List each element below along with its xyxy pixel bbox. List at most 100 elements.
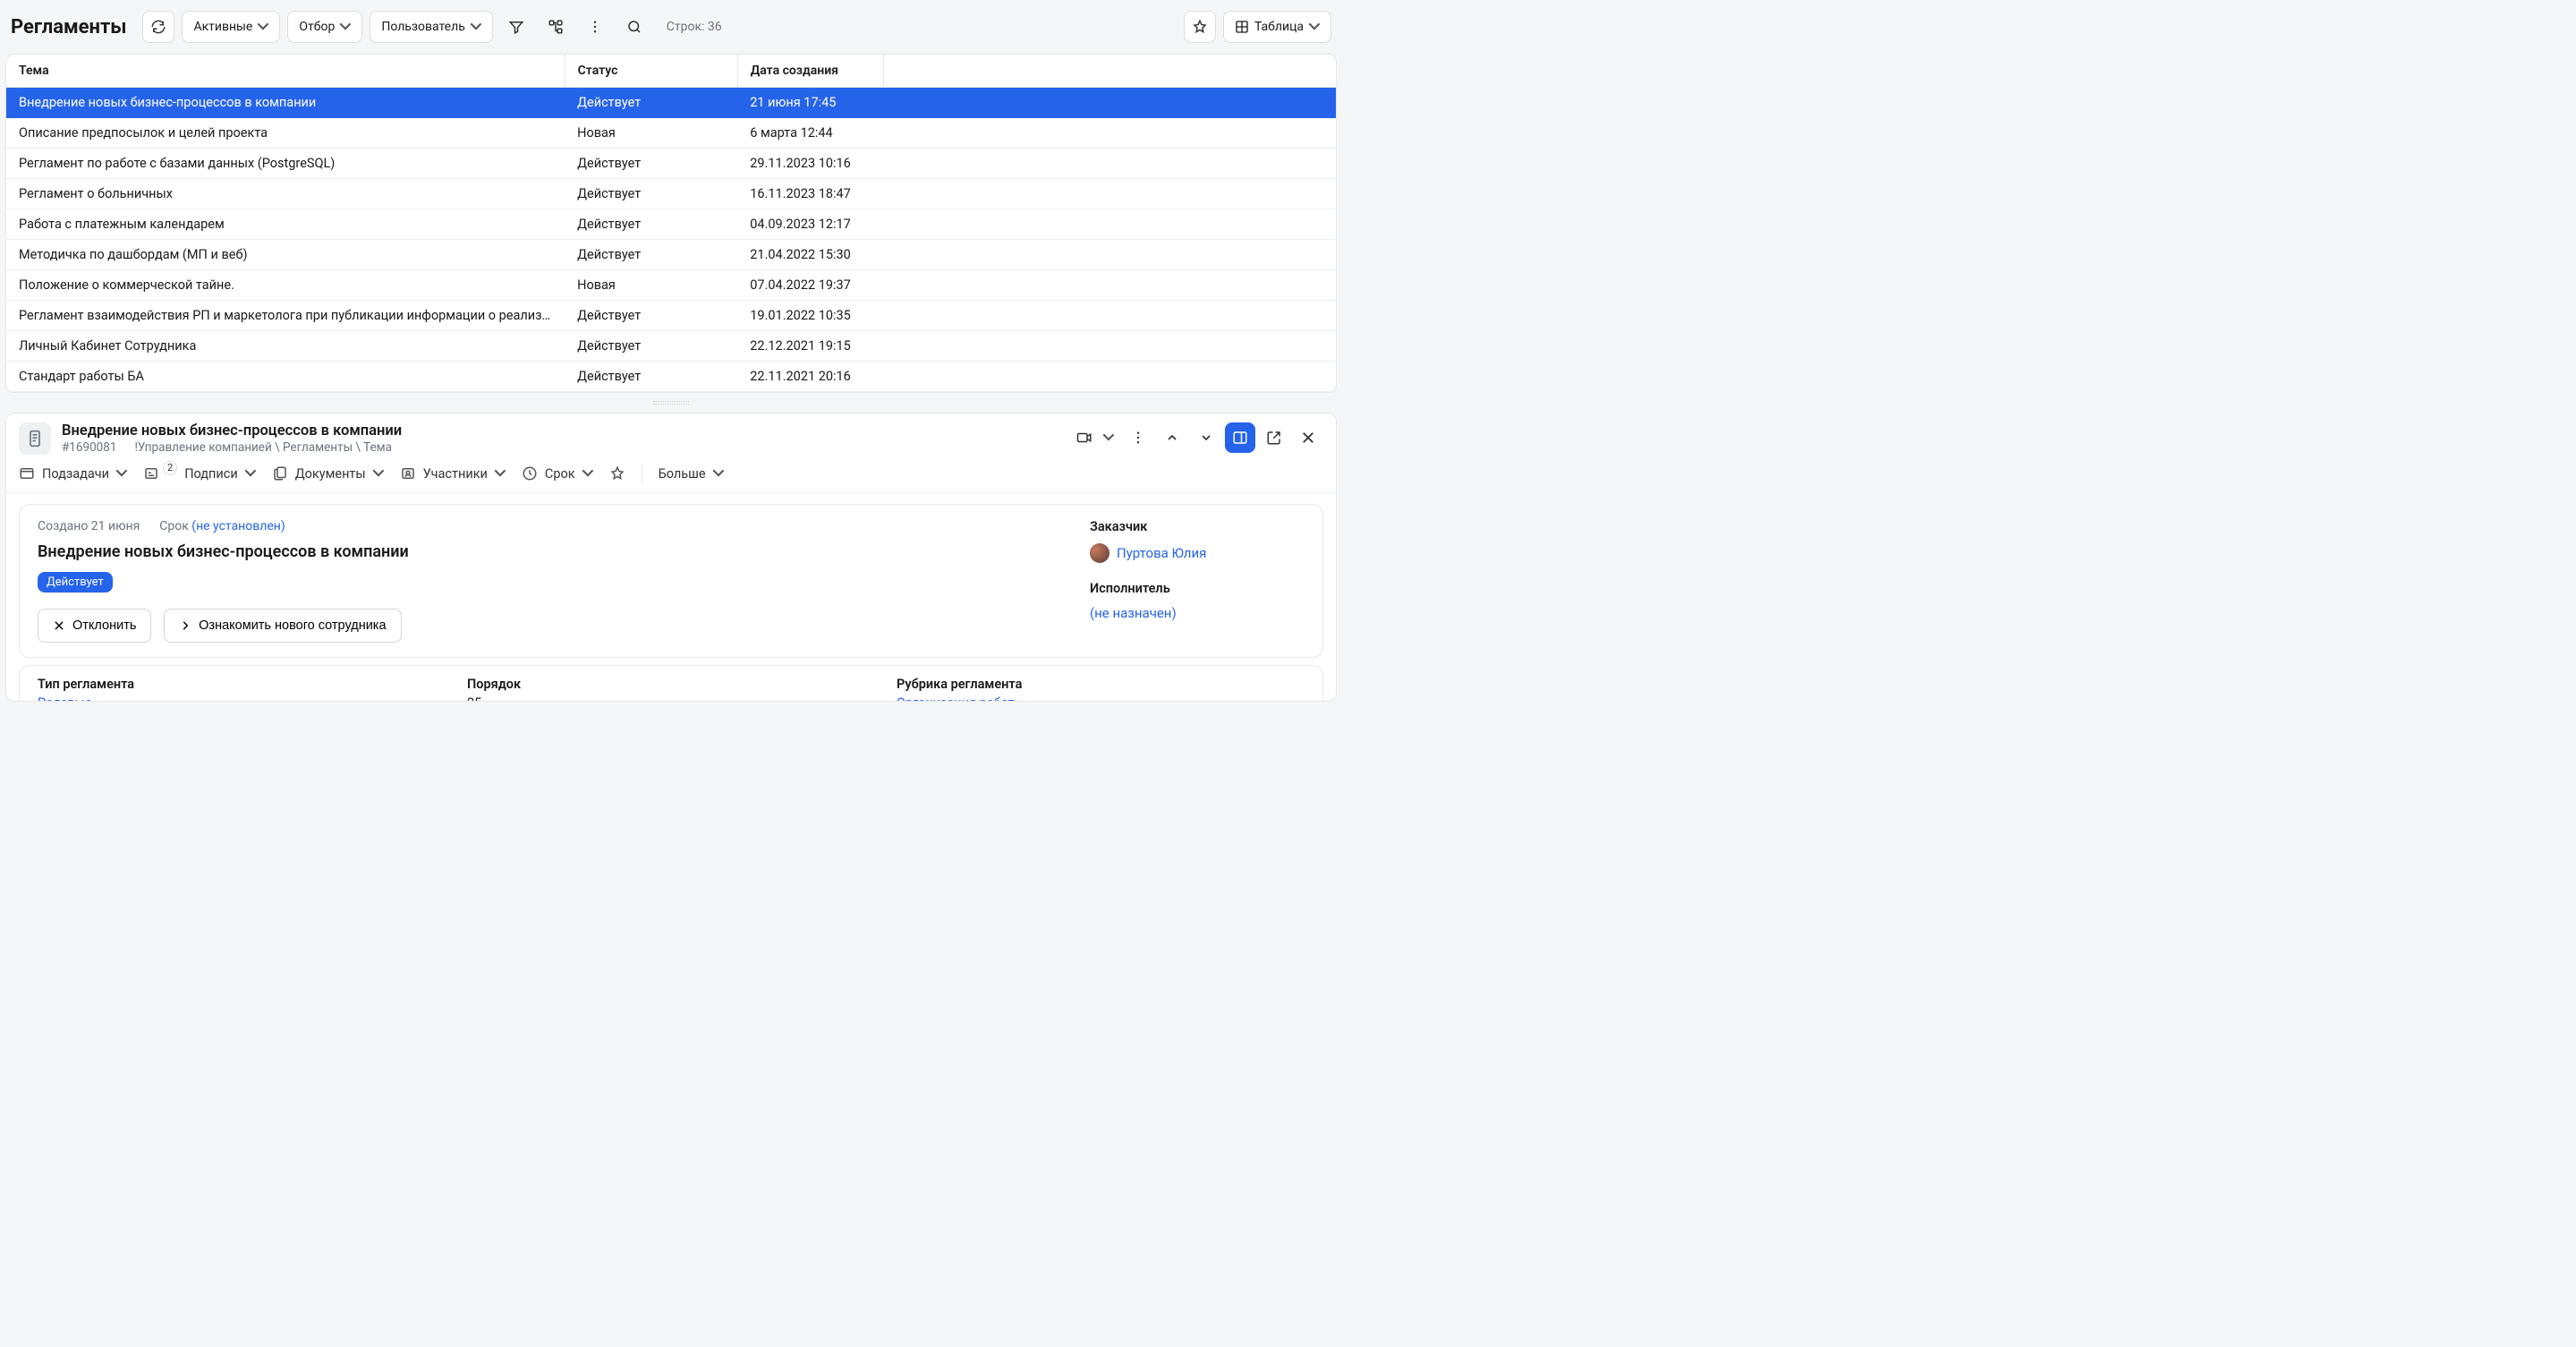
col-header-status[interactable]: Статус: [565, 55, 737, 88]
chevron-right-icon: [179, 619, 191, 632]
filter-selection-label: Отбор: [299, 20, 335, 34]
view-mode-dropdown[interactable]: Таблица: [1223, 11, 1331, 43]
cell-created: 22.11.2021 20:16: [737, 362, 883, 392]
nav-down-button[interactable]: [1191, 422, 1221, 453]
cell-topic: Положение о коммерческой тайне.: [6, 270, 565, 301]
filter-icon-button[interactable]: [500, 11, 532, 43]
assignee-label: Исполнитель: [1090, 581, 1305, 596]
cell-spacer: [884, 270, 1336, 301]
detail-id: #1690081: [62, 440, 116, 455]
table-row[interactable]: Регламент взаимодействия РП и маркетолог…: [6, 301, 1336, 331]
panel-resize-handle[interactable]: [5, 396, 1337, 410]
cell-created: 22.12.2021 19:15: [737, 331, 883, 362]
cell-spacer: [884, 209, 1336, 240]
close-button[interactable]: [1293, 422, 1323, 453]
table-row[interactable]: Внедрение новых бизнес-процессов в компа…: [6, 88, 1336, 118]
document-icon: [19, 422, 51, 455]
table-icon: [1235, 20, 1249, 34]
cell-status: Действует: [565, 149, 737, 179]
inform-button[interactable]: Ознакомить нового сотрудника: [164, 609, 401, 643]
card-title: Внедрение новых бизнес-процессов в компа…: [38, 542, 1068, 561]
cell-status: Действует: [565, 301, 737, 331]
table-row[interactable]: Работа с платежным календаремДействует04…: [6, 209, 1336, 240]
avatar: [1090, 543, 1109, 563]
nav-up-button[interactable]: [1157, 422, 1187, 453]
page-title: Регламенты: [11, 16, 126, 38]
cell-created: 29.11.2023 10:16: [737, 149, 883, 179]
more-button[interactable]: [579, 11, 611, 43]
detail-breadcrumb[interactable]: !Управление компанией \ Регламенты \ Тем…: [134, 440, 392, 455]
open-external-button[interactable]: [1259, 422, 1289, 453]
cell-status: Действует: [565, 331, 737, 362]
filter-user-dropdown[interactable]: Пользователь: [370, 11, 492, 43]
cell-status: Действует: [565, 179, 737, 209]
signatures-label: Подписи: [184, 466, 238, 482]
prop-order-value: 25: [467, 695, 875, 702]
cell-created: 04.09.2023 12:17: [737, 209, 883, 240]
prop-type-value[interactable]: Ролевые: [38, 695, 446, 702]
prop-order-label: Порядок: [467, 677, 875, 692]
more-actions-button[interactable]: Больше: [659, 466, 724, 482]
prop-rubric-value[interactable]: Организация работ: [897, 695, 1305, 702]
video-call-button[interactable]: [1069, 422, 1100, 453]
side-panel-button[interactable]: [1225, 422, 1255, 453]
cell-created: 21.04.2022 15:30: [737, 240, 883, 270]
table-row[interactable]: Положение о коммерческой тайне.Новая07.0…: [6, 270, 1336, 301]
detail-title: Внедрение новых бизнес-процессов в компа…: [62, 422, 1058, 439]
table-row[interactable]: Методичка по дашбордам (МП и веб)Действу…: [6, 240, 1336, 270]
more-actions-label: Больше: [659, 466, 706, 482]
cell-status: Новая: [565, 118, 737, 149]
data-table: Тема Статус Дата создания Внедрение новы…: [5, 54, 1337, 393]
cell-spacer: [884, 179, 1336, 209]
cell-spacer: [884, 240, 1336, 270]
tree-view-button[interactable]: [540, 11, 572, 43]
cell-topic: Методичка по дашбордам (МП и веб): [6, 240, 565, 270]
table-row[interactable]: Описание предпосылок и целей проектаНова…: [6, 118, 1336, 149]
chevron-down-icon[interactable]: [1103, 432, 1114, 443]
prop-rubric-label: Рубрика регламента: [897, 677, 1305, 692]
documents-button[interactable]: Документы: [272, 465, 384, 482]
table-row[interactable]: Регламент по работе с базами данных (Pos…: [6, 149, 1336, 179]
chevron-down-icon: [713, 468, 724, 479]
favorite-toggle[interactable]: [609, 465, 625, 482]
favorite-button[interactable]: [1184, 11, 1216, 43]
prop-type-label: Тип регламента: [38, 677, 446, 692]
reject-button[interactable]: Отклонить: [38, 609, 151, 643]
deadline-prefix: Срок: [159, 519, 189, 533]
reject-button-label: Отклонить: [72, 618, 136, 633]
assignee-link[interactable]: (не назначен): [1090, 605, 1177, 621]
table-row[interactable]: Личный Кабинет СотрудникаДействует22.12.…: [6, 331, 1336, 362]
table-row[interactable]: Стандарт работы БАДействует22.11.2021 20…: [6, 362, 1336, 392]
col-header-created[interactable]: Дата создания: [737, 55, 883, 88]
row-count-label: Строк: 36: [667, 20, 722, 34]
documents-label: Документы: [295, 466, 366, 482]
signatures-button[interactable]: 2 Подписи: [143, 465, 256, 482]
col-header-topic[interactable]: Тема: [6, 55, 565, 88]
close-icon: [53, 619, 65, 632]
cell-created: 07.04.2022 19:37: [737, 270, 883, 301]
cell-topic: Регламент по работе с базами данных (Pos…: [6, 149, 565, 179]
table-row[interactable]: Регламент о больничныхДействует16.11.202…: [6, 179, 1336, 209]
search-button[interactable]: [618, 11, 650, 43]
cell-spacer: [884, 149, 1336, 179]
cell-status: Действует: [565, 209, 737, 240]
cell-topic: Описание предпосылок и целей проекта: [6, 118, 565, 149]
deadline-link[interactable]: (не установлен): [191, 519, 285, 533]
deadline-label: Срок: [545, 466, 575, 482]
cell-topic: Работа с платежным календарем: [6, 209, 565, 240]
cell-spacer: [884, 88, 1336, 118]
customer-name-link[interactable]: Пуртова Юлия: [1117, 545, 1206, 561]
deadline-button[interactable]: Срок: [522, 465, 593, 482]
filter-selection-dropdown[interactable]: Отбор: [287, 11, 362, 43]
participants-button[interactable]: Участники: [400, 465, 506, 482]
refresh-button[interactable]: [142, 11, 174, 43]
filter-active-dropdown[interactable]: Активные: [182, 11, 280, 43]
inform-button-label: Ознакомить нового сотрудника: [199, 618, 386, 633]
detail-more-button[interactable]: [1123, 422, 1153, 453]
cell-topic: Регламент о больничных: [6, 179, 565, 209]
chevron-down-icon: [495, 468, 506, 479]
cell-created: 6 марта 12:44: [737, 118, 883, 149]
subtasks-button[interactable]: Подзадачи: [19, 465, 127, 482]
col-header-spacer: [884, 55, 1336, 88]
cell-created: 19.01.2022 10:35: [737, 301, 883, 331]
